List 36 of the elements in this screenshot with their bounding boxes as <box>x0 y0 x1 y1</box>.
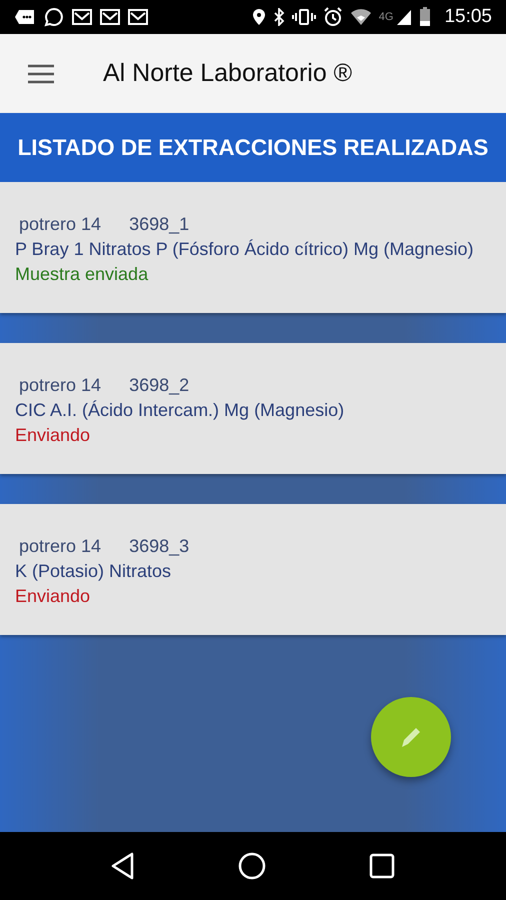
menu-icon[interactable] <box>27 64 55 84</box>
battery-icon <box>419 7 432 27</box>
list-header: LISTADO DE EXTRACCIONES REALIZADAS <box>0 113 506 182</box>
clock-time: 15:05 <box>444 6 492 28</box>
sample-code: 3698_2 <box>129 374 190 397</box>
message-icon <box>14 8 36 26</box>
sample-card[interactable]: potrero 14 3698_2 CIC A.I. (Ácido Intercam.) Mg (Magnesio) Enviando <box>0 343 506 474</box>
sample-status: Enviando <box>15 424 92 447</box>
location-icon <box>252 8 266 26</box>
sample-code: 3698_1 <box>129 213 190 236</box>
sample-status: Enviando <box>15 585 92 608</box>
network-type: 4G <box>378 11 394 23</box>
analyses-text: K (Potasio) Nitratos <box>15 560 172 583</box>
app-title: Al Norte Laboratorio ® <box>103 59 352 88</box>
vibrate-icon <box>292 8 316 26</box>
mail-icon <box>100 9 120 25</box>
back-icon[interactable] <box>111 852 136 880</box>
mail-icon <box>128 9 148 25</box>
analyses-text: CIC A.I. (Ácido Intercam.) Mg (Magnesio) <box>15 399 346 422</box>
sample-card[interactable]: potrero 14 3698_1 P Bray 1 Nitratos P (Fósforo Ácido cítrico) Mg (Magnesio) Muestra enviada <box>0 182 506 313</box>
sample-status: Muestra enviada <box>15 263 150 286</box>
home-icon[interactable] <box>238 852 266 880</box>
edit-button[interactable] <box>371 697 451 777</box>
wifi-icon <box>350 8 372 26</box>
bluetooth-icon <box>272 8 285 26</box>
field-name: potrero 14 <box>19 535 102 558</box>
field-name: potrero 14 <box>19 374 102 397</box>
field-name: potrero 14 <box>19 213 102 236</box>
chat-icon <box>44 7 64 27</box>
mail-icon <box>72 9 92 25</box>
signal-icon <box>396 8 412 26</box>
alarm-icon <box>322 7 343 27</box>
sample-card[interactable]: potrero 14 3698_3 K (Potasio) Nitratos Enviando <box>0 504 506 635</box>
analyses-text: P Bray 1 Nitratos P (Fósforo Ácido cítrico) Mg (Magnesio) <box>15 238 474 261</box>
recents-icon[interactable] <box>368 853 395 879</box>
sample-code: 3698_3 <box>129 535 190 558</box>
